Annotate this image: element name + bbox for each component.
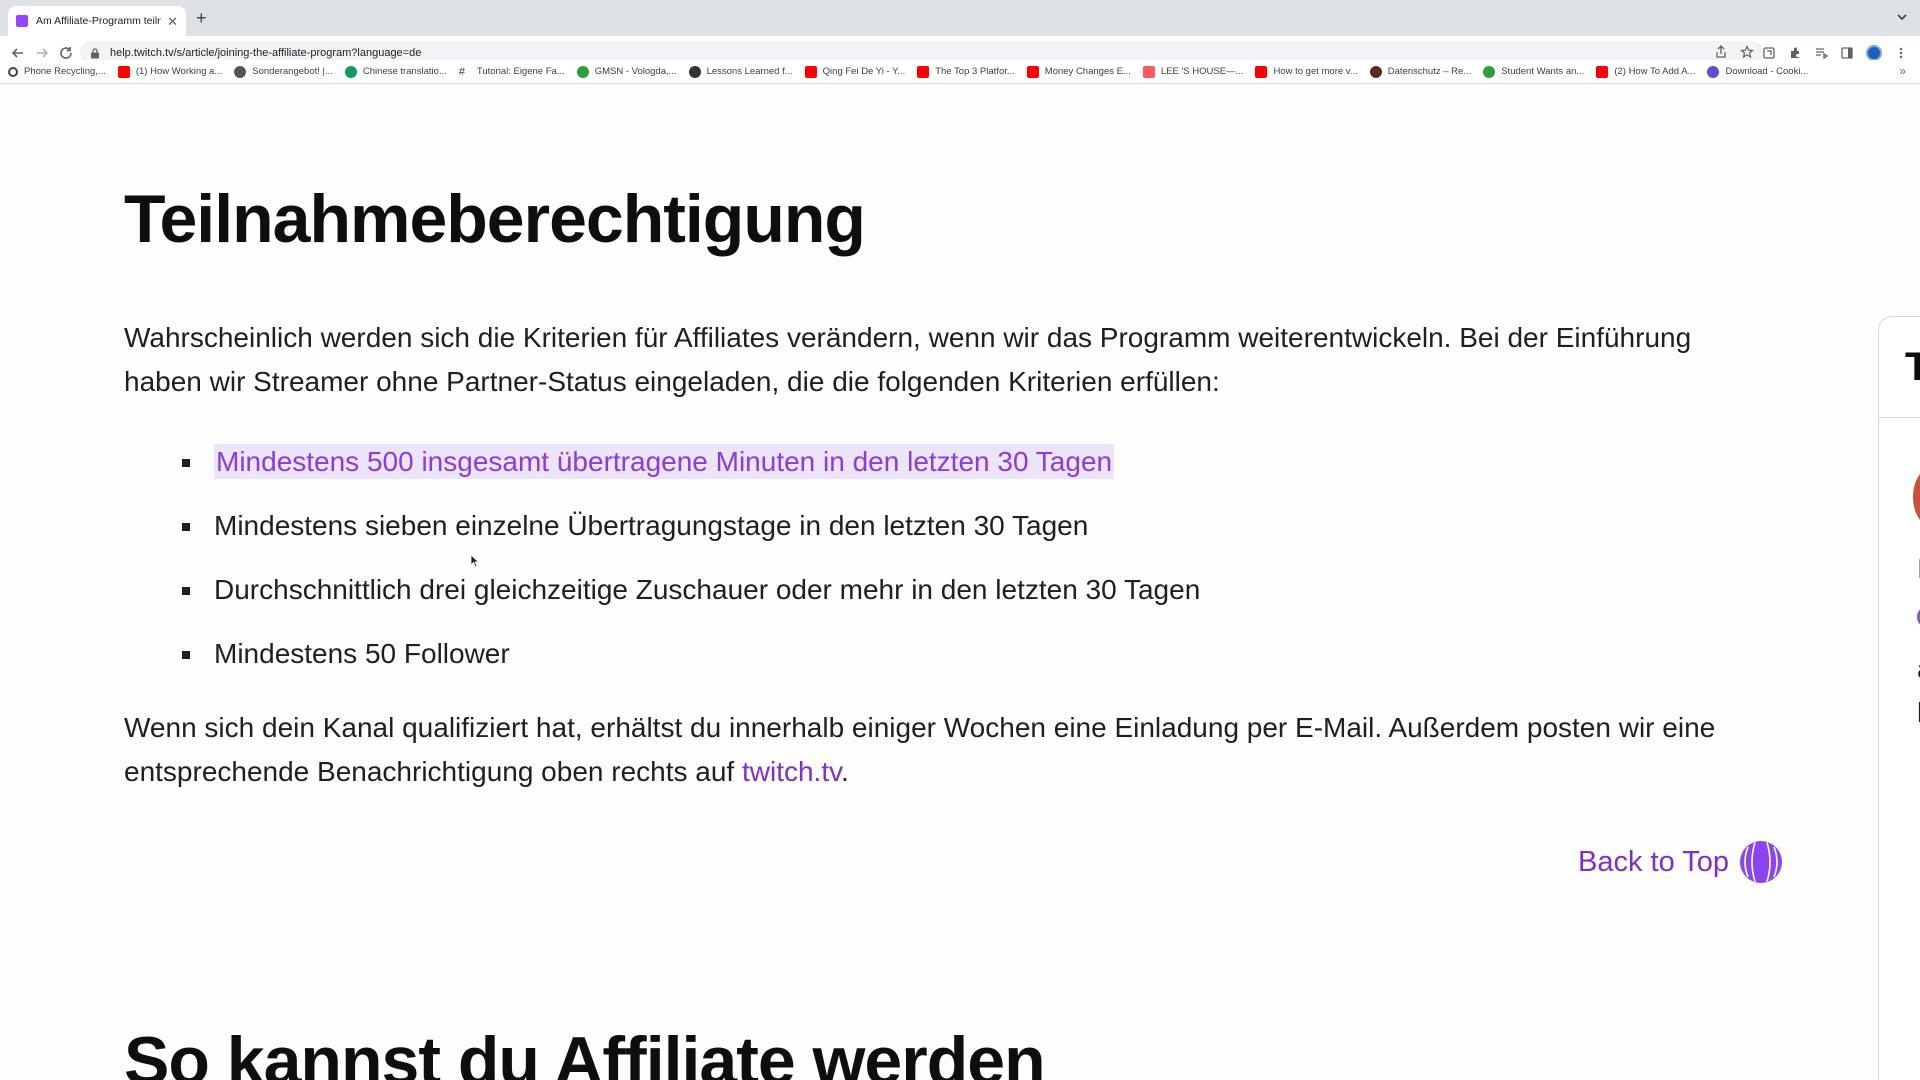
site-icon <box>576 65 589 78</box>
twitch-icon <box>16 15 28 27</box>
section-heading-how-to: So kannst du Affiliate werden <box>124 1023 1046 1080</box>
bookmark-item[interactable]: Sonderangebot! |... <box>234 65 333 78</box>
site-icon <box>1707 65 1720 78</box>
bookmark-label: Tutorial: Eigene Fa... <box>476 66 565 77</box>
browser-tab[interactable]: Am Affiliate-Programm teilneh ✕ <box>8 6 186 36</box>
back-to-top-icon <box>1740 841 1783 883</box>
bookmark-label: Datenschutz – Re... <box>1387 66 1472 77</box>
criteria-list: Mindestens 500 insgesamt übertragene Min… <box>181 442 1200 698</box>
tab-title: Am Affiliate-Programm teilneh <box>36 15 162 27</box>
bookmark-item[interactable]: LEE 'S HOUSE—... <box>1142 65 1244 78</box>
bookmark-label: Sonderangebot! |... <box>252 66 333 77</box>
bookmark-label: Chinese translatio... <box>362 66 447 77</box>
intro-paragraph: Wahrscheinlich werden sich die Kriterien… <box>124 322 1692 397</box>
bookmark-item[interactable]: The Top 3 Platfor... <box>917 65 1015 78</box>
youtube-icon <box>1255 65 1268 78</box>
avatar <box>1913 467 1920 527</box>
bookmark-item[interactable]: Phone Recycling,... <box>8 66 106 77</box>
site-icon <box>344 65 357 78</box>
profile-avatar[interactable] <box>1866 45 1882 61</box>
site-icon <box>234 65 247 78</box>
playlist-icon[interactable] <box>1814 46 1828 60</box>
share-icon[interactable] <box>1714 45 1728 59</box>
bookmark-item[interactable]: Lessons Learned f... <box>688 65 793 78</box>
side-panel: T I a k <box>1878 316 1920 1080</box>
search-icon <box>8 66 18 77</box>
puzzle-icon[interactable] <box>1788 46 1802 60</box>
more-icon[interactable] <box>1894 46 1908 60</box>
chevron-right-icon[interactable]: » <box>1899 64 1906 78</box>
back-icon[interactable] <box>10 45 26 61</box>
tab-strip: Am Affiliate-Programm teilneh ✕ + <box>0 0 1920 36</box>
twitch-link[interactable]: twitch.tv <box>742 756 841 787</box>
bookmark-item[interactable]: How to get more v... <box>1255 65 1358 78</box>
list-item: Mindestens sieben einzelne Übertragungst… <box>181 506 1200 546</box>
bookmarks-bar: Phone Recycling,... (1) How Working a... S… <box>0 60 1920 84</box>
bookmark-item[interactable]: Datenschutz – Re... <box>1369 65 1472 78</box>
forward-icon[interactable] <box>34 45 50 61</box>
bookmark-label: The Top 3 Platfor... <box>935 66 1015 77</box>
bookmark-item[interactable]: Chinese translatio... <box>344 65 447 78</box>
youtube-icon <box>1026 65 1039 78</box>
bookmark-item[interactable]: (2) How To Add A... <box>1596 65 1696 78</box>
mouse-cursor-icon <box>470 554 480 568</box>
reload-icon[interactable] <box>58 45 74 61</box>
bookmark-label: Phone Recycling,... <box>24 66 106 77</box>
close-icon[interactable]: ✕ <box>167 15 178 28</box>
bookmark-item[interactable]: Download - Cooki... <box>1707 65 1809 78</box>
chevron-down-icon[interactable] <box>1896 11 1908 23</box>
youtube-icon <box>917 65 930 78</box>
new-tab-button[interactable]: + <box>196 8 207 28</box>
bookmark-label: Qing Fei De Yi - Y... <box>822 66 906 77</box>
bookmark-label: (2) How To Add A... <box>1614 66 1696 77</box>
outro-text: Wenn sich dein Kanal qualifiziert hat, e… <box>124 712 1716 787</box>
hash-icon: # <box>458 65 465 78</box>
bookmark-label: Download - Cooki... <box>1725 66 1809 77</box>
youtube-icon <box>804 65 817 78</box>
youtube-icon <box>117 65 130 78</box>
section-heading-eligibility: Teilnahmeberechtigung <box>124 181 866 257</box>
bookmark-item[interactable]: Money Changes E... <box>1026 65 1131 78</box>
site-icon <box>1369 65 1382 78</box>
list-item: Mindestens 500 insgesamt übertragene Min… <box>181 442 1200 482</box>
side-panel-title: T <box>1905 345 1920 389</box>
airbnb-icon <box>1142 65 1155 78</box>
bookmark-item[interactable]: Student Wants an... <box>1483 65 1585 78</box>
extension-icon[interactable] <box>1762 46 1776 60</box>
bookmark-label: Student Wants an... <box>1501 66 1585 77</box>
back-to-top-label: Back to Top <box>1578 845 1730 878</box>
bookmark-item[interactable]: # Tutorial: Eigene Fa... <box>459 66 565 78</box>
bookmark-label: Money Changes E... <box>1044 66 1131 77</box>
back-to-top-link[interactable]: Back to Top <box>1578 840 1783 884</box>
bookmark-item[interactable]: GMSN - Vologda,... <box>576 65 677 78</box>
bookmark-label: GMSN - Vologda,... <box>594 66 677 77</box>
bookmark-label: How to get more v... <box>1273 66 1358 77</box>
site-icon <box>1483 65 1496 78</box>
star-icon[interactable] <box>1740 45 1754 59</box>
list-item: Durchschnittlich drei gleichzeitige Zusc… <box>181 570 1200 610</box>
url-text: help.twitch.tv/s/article/joining-the-aff… <box>110 47 422 59</box>
outro-paragraph: Wenn sich dein Kanal qualifiziert hat, e… <box>124 706 1774 794</box>
outro-end: . <box>841 756 849 787</box>
lock-icon[interactable] <box>90 47 100 59</box>
bookmark-item[interactable]: (1) How Working a... <box>117 65 223 78</box>
sidebar-icon[interactable] <box>1840 46 1854 60</box>
bookmark-label: LEE 'S HOUSE—... <box>1160 66 1244 77</box>
youtube-icon <box>1596 65 1609 78</box>
bookmark-label: (1) How Working a... <box>135 66 223 77</box>
highlighted-text: Mindestens 500 insgesamt übertragene Min… <box>214 444 1115 479</box>
list-item: Mindestens 50 Follower <box>181 634 1200 674</box>
bookmark-label: Lessons Learned f... <box>706 66 793 77</box>
divider <box>1879 417 1920 418</box>
bookmark-item[interactable]: Qing Fei De Yi - Y... <box>804 65 906 78</box>
site-icon <box>688 65 701 78</box>
